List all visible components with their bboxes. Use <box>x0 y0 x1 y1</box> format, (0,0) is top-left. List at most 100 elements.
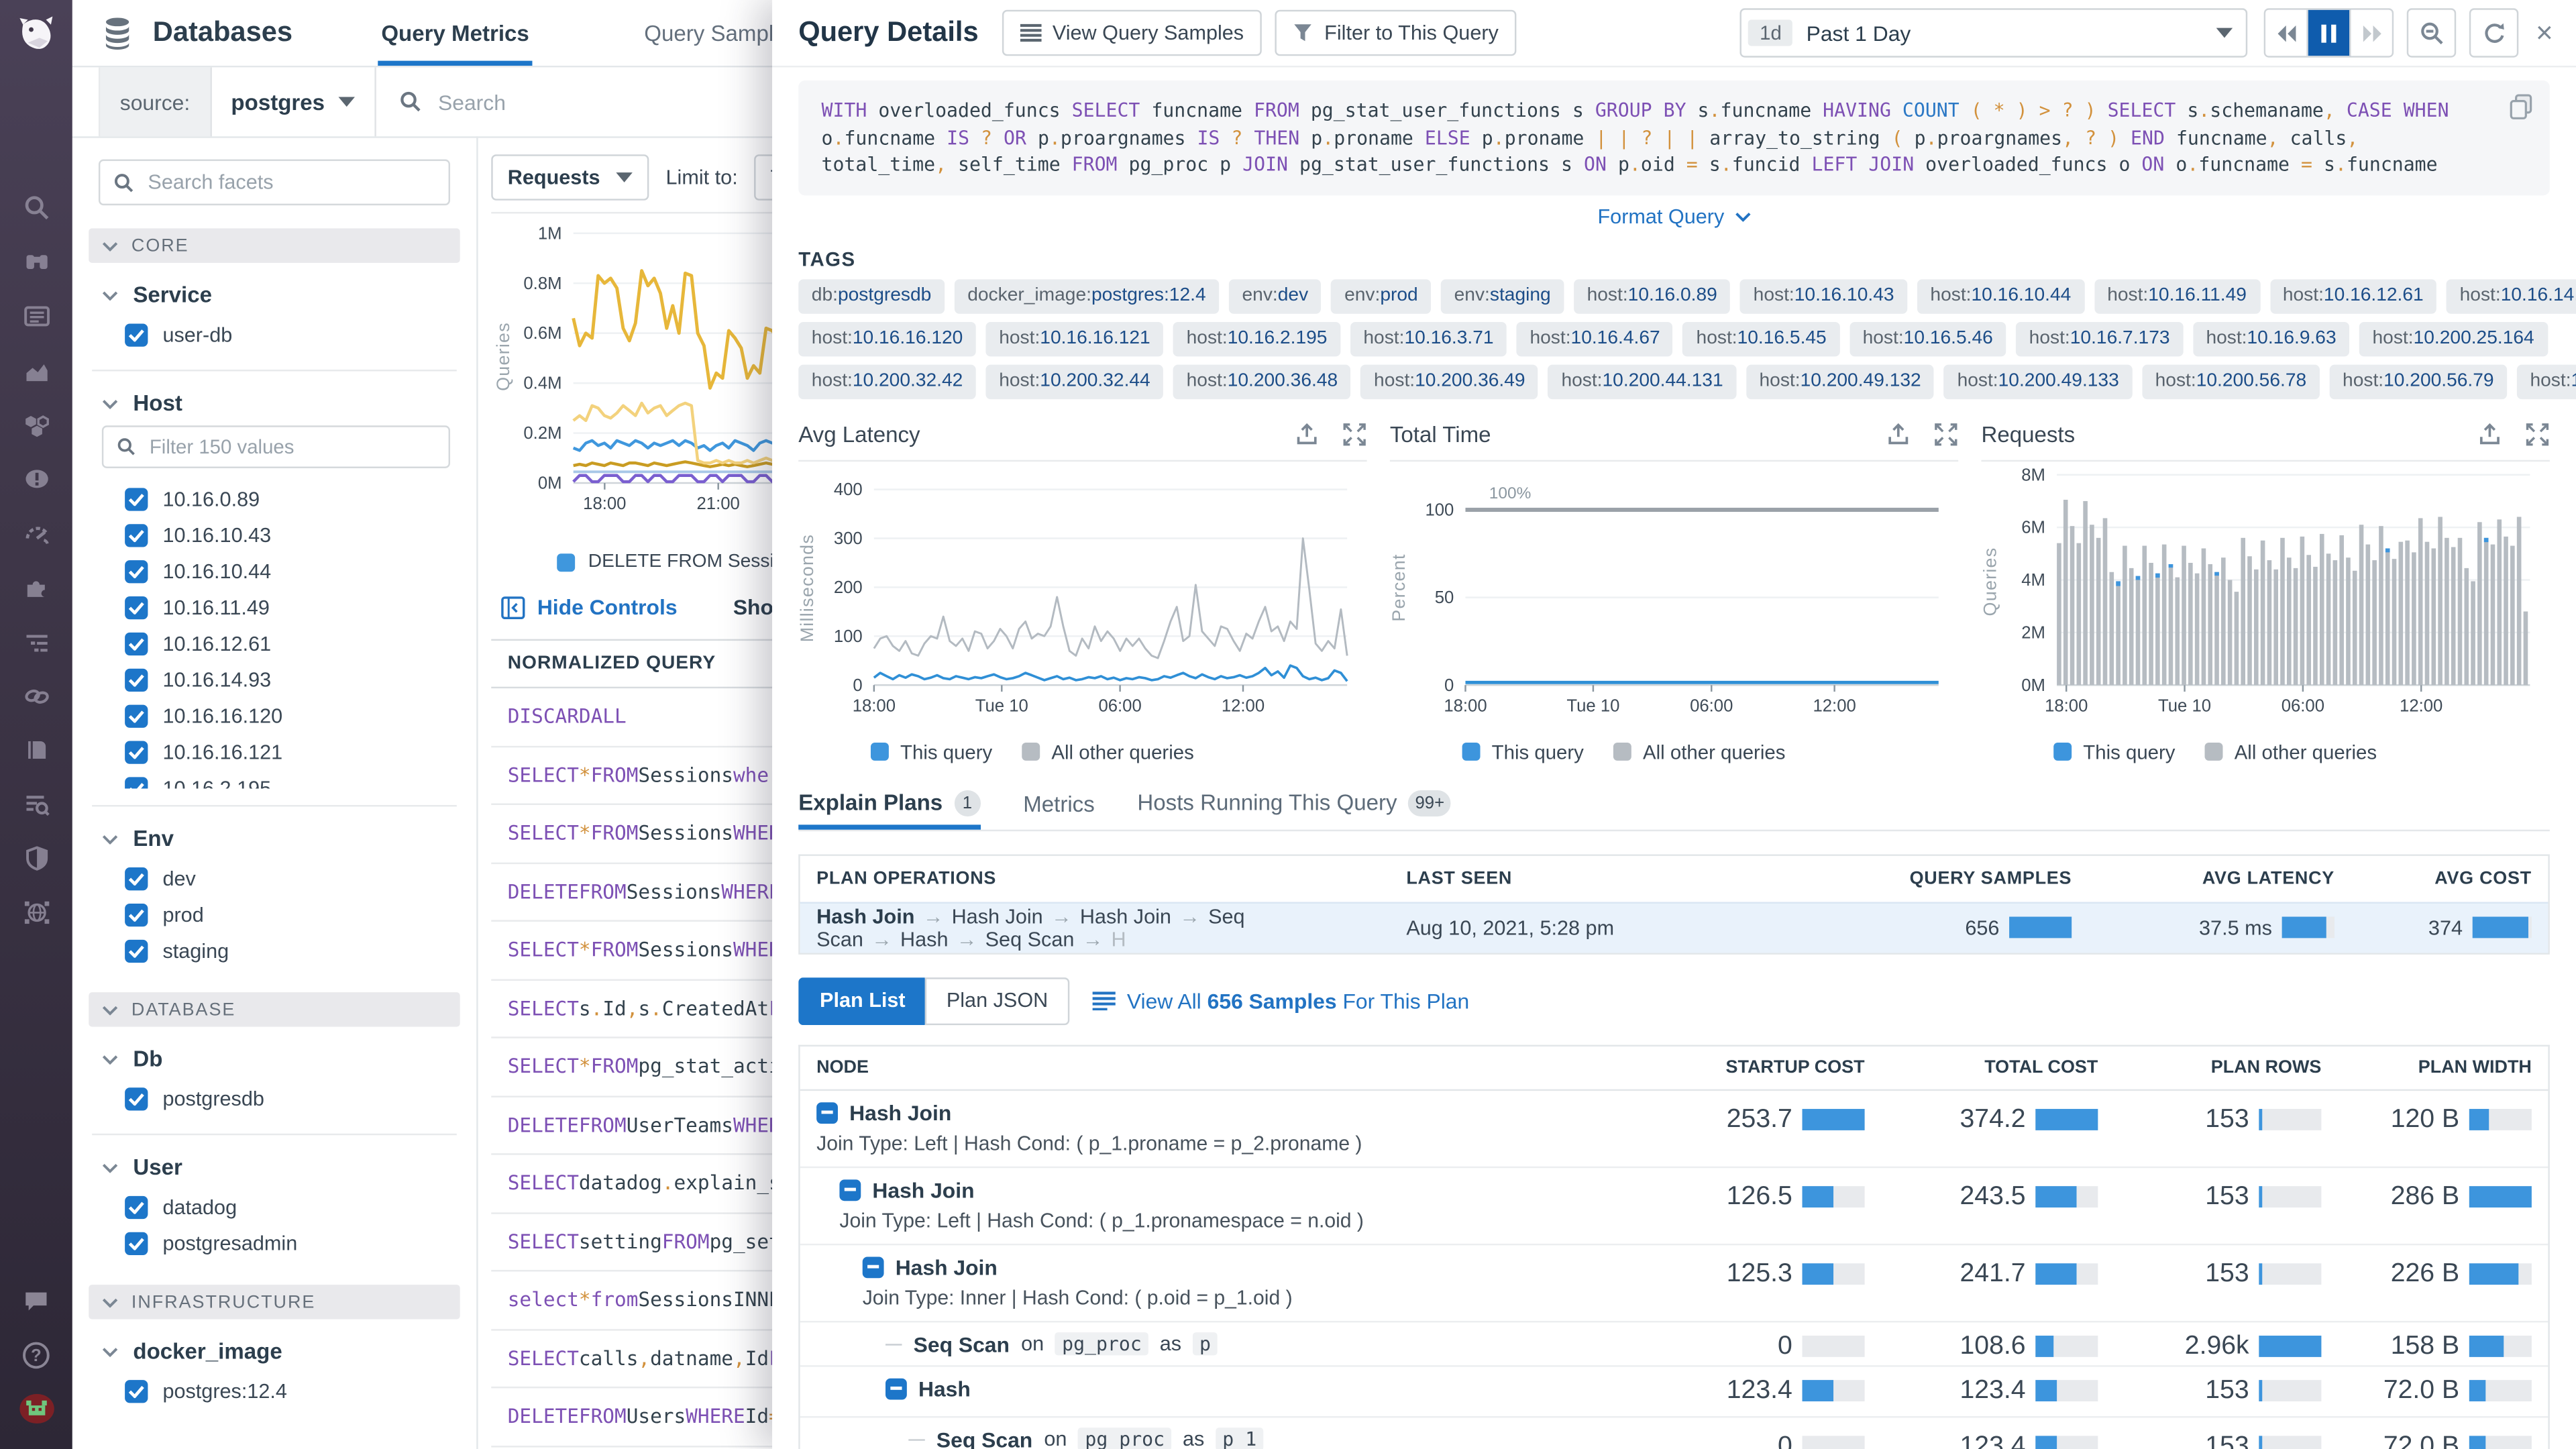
checkbox-checked[interactable] <box>125 867 148 890</box>
tag[interactable]: host:10.16.0.89 <box>1574 278 1730 313</box>
collapse-toggle[interactable] <box>839 1179 861 1200</box>
checkbox-checked[interactable] <box>125 524 148 547</box>
normalized-query-row[interactable]: SELECT calls, datname, Id FROM pg_stat <box>491 1330 810 1388</box>
checkbox-checked[interactable] <box>125 323 148 346</box>
legend-item[interactable]: All other queries <box>2205 740 2377 763</box>
tag[interactable]: host:10.16.5.45 <box>1683 321 1839 356</box>
tag[interactable]: host:10.16.10.43 <box>1740 278 1907 313</box>
datadog-logo[interactable] <box>0 0 72 66</box>
facet-item-postgresadmin[interactable]: postgresadmin <box>125 1226 450 1262</box>
hide-controls-button[interactable]: Hide Controls <box>501 595 678 620</box>
column-header[interactable]: TOTAL COST <box>1865 1057 2098 1077</box>
facet-item-10.16.11.49[interactable]: 10.16.11.49 <box>125 590 450 626</box>
tag[interactable]: host:10.200.25.164 <box>2359 321 2547 356</box>
normalized-query-row[interactable]: DISCARD ALL <box>491 688 810 747</box>
avg-latency-chart[interactable]: Milliseconds 010020030040018:00Tue 1006:… <box>798 461 1366 737</box>
column-header[interactable]: PLAN OPERATIONS <box>816 868 1406 888</box>
tag[interactable]: host:10.200.32.42 <box>798 364 976 398</box>
legend-item[interactable]: This query <box>1462 740 1584 763</box>
column-header[interactable]: NODE <box>816 1057 1618 1077</box>
normalized-query-row[interactable]: SELECT * FROM Sessions where SessionToke… <box>491 747 810 805</box>
plan-node-row[interactable]: Hash JoinJoin Type: Left | Hash Cond: ( … <box>800 1090 2548 1167</box>
checkbox-checked[interactable] <box>125 1196 148 1219</box>
logs-icon[interactable] <box>0 614 72 669</box>
checkbox-checked[interactable] <box>125 1232 148 1255</box>
plan-node-row[interactable]: Hash JoinJoin Type: Inner | Hash Cond: (… <box>800 1244 2548 1322</box>
plan-row[interactable]: Hash Join→Hash Join→Hash Join→Seq Scan→H… <box>800 901 2548 952</box>
facet-item-10.16.2.195[interactable]: 10.16.2.195 <box>125 771 450 789</box>
time-forward-button[interactable] <box>2352 10 2393 56</box>
close-drawer-icon[interactable]: × <box>2536 15 2553 50</box>
plan-node-row[interactable]: Hash123.4123.415372.0 B <box>800 1366 2548 1417</box>
normalized-query-row[interactable]: DELETE FROM Sessions WHERE ExpiresAt < ? <box>491 863 810 922</box>
facet-item-10.16.16.120[interactable]: 10.16.16.120 <box>125 698 450 735</box>
legend-item[interactable]: All other queries <box>1613 740 1785 763</box>
facet-section-header[interactable]: DATABASE <box>89 992 460 1026</box>
collapse-toggle[interactable] <box>863 1256 884 1277</box>
column-header[interactable]: LAST SEEN <box>1406 868 1784 888</box>
plan-node-row[interactable]: Seq Scanonpg_procasp0108.62.96k158 B <box>800 1322 2548 1366</box>
checkbox-checked[interactable] <box>125 633 148 655</box>
user-avatar[interactable] <box>0 1382 72 1436</box>
tag[interactable]: host:10.16.4.67 <box>1517 321 1673 356</box>
facet-filter-input[interactable] <box>146 434 435 460</box>
pause-button[interactable] <box>2309 10 2352 56</box>
normalized-query-row[interactable]: DELETE FROM Users WHERE Id = ? <box>491 1388 810 1446</box>
normalized-query-row[interactable]: UPDATE Teams SET TeamName = ? <box>491 1446 810 1449</box>
facet-section-header[interactable]: CORE <box>89 228 460 262</box>
normalized-query-row[interactable]: DELETE FROM UserTeams WHERE UserId = ? <box>491 1097 810 1155</box>
watchdog-binoculars-icon[interactable] <box>0 235 72 289</box>
facet-search[interactable] <box>99 160 450 206</box>
facet-item-postgres:12.4[interactable]: postgres:12.4 <box>125 1373 450 1409</box>
legend-item[interactable]: This query <box>2053 740 2175 763</box>
tag[interactable]: host:10.16.7.173 <box>2016 321 2183 356</box>
integrations-puzzle-icon[interactable] <box>0 560 72 614</box>
legend-label[interactable]: DELETE FROM Sessio... <box>588 552 800 572</box>
normalized-query-row[interactable]: SELECT * FROM Sessions WHERE UserId = ? <box>491 922 810 980</box>
tag[interactable]: host:10.16.2.195 <box>1173 321 1340 356</box>
tag[interactable]: env:prod <box>1331 278 1431 313</box>
facet-item-10.16.14.93[interactable]: 10.16.14.93 <box>125 662 450 698</box>
fullscreen-icon[interactable] <box>1933 422 1958 447</box>
facet-search-input[interactable] <box>145 169 435 195</box>
collapse-toggle[interactable] <box>816 1102 838 1123</box>
notebooks-book-icon[interactable] <box>0 723 72 777</box>
checkbox-checked[interactable] <box>125 940 148 963</box>
facet-group-host[interactable]: Host <box>102 391 450 416</box>
facet-item-prod[interactable]: prod <box>125 897 450 933</box>
tag[interactable]: host:10.16.9.63 <box>2193 321 2349 356</box>
ci-chain-icon[interactable] <box>0 669 72 723</box>
time-range-select[interactable]: 1d Past 1 Day <box>1740 8 2249 57</box>
monitors-alert-icon[interactable] <box>0 451 72 506</box>
zoom-out-button[interactable] <box>2408 8 2457 57</box>
facet-group-env[interactable]: Env <box>102 826 450 851</box>
checkbox-checked[interactable] <box>125 669 148 692</box>
plan-list-button[interactable]: Plan List <box>798 977 925 1024</box>
column-header[interactable]: PLAN ROWS <box>2098 1057 2321 1077</box>
export-icon[interactable] <box>1886 422 1911 447</box>
normalized-query-row[interactable]: SELECT * FROM pg_stat_activity <box>491 1038 810 1097</box>
checkbox-checked[interactable] <box>125 1380 148 1403</box>
normalized-query-row[interactable]: select * from Sessions INNER JOIN Users <box>491 1272 810 1330</box>
normalized-query-row[interactable]: SELECT setting FROM pg_settings WHERE na… <box>491 1214 810 1272</box>
checkbox-checked[interactable] <box>125 777 148 788</box>
facet-item-10.16.12.61[interactable]: 10.16.12.61 <box>125 626 450 662</box>
normalized-query-row[interactable]: SELECT datadog.explain_statement ( ? ) <box>491 1155 810 1214</box>
tab-query-metrics[interactable]: Query Metrics <box>372 0 539 66</box>
view-all-samples-link[interactable]: View All 656 Samples For This Plan <box>1092 988 1469 1013</box>
checkbox-checked[interactable] <box>125 705 148 728</box>
apm-gauge-icon[interactable] <box>0 506 72 560</box>
security-shield-icon[interactable] <box>0 831 72 885</box>
checkbox-checked[interactable] <box>125 741 148 763</box>
facet-item-10.16.16.121[interactable]: 10.16.16.121 <box>125 735 450 771</box>
column-header[interactable]: AVG COST <box>2334 868 2532 888</box>
facet-item-postgresdb[interactable]: postgresdb <box>125 1081 450 1117</box>
plan-node-row[interactable]: Seq Scanonpg_procasp_10123.415372.0 B <box>800 1417 2548 1449</box>
tag[interactable]: host:10.200.36.49 <box>1360 364 1538 398</box>
tag[interactable]: docker_image:postgres:12.4 <box>955 278 1220 313</box>
legend-swatch[interactable] <box>557 553 575 571</box>
database-monitoring-icon[interactable] <box>0 777 72 831</box>
source-select[interactable]: postgres <box>211 67 376 136</box>
tag[interactable]: host:10.16.16.121 <box>986 321 1164 356</box>
tag[interactable]: host:10.16.16.120 <box>798 321 976 356</box>
